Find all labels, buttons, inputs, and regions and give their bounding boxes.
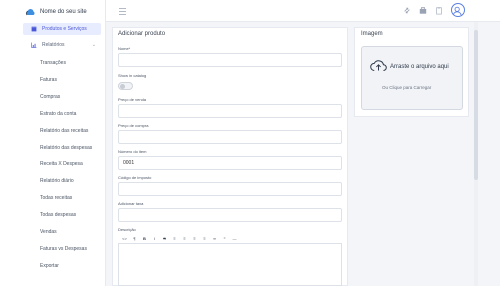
sidebar-item-label: Produtos e Serviços <box>42 26 87 32</box>
cloud-logo-icon <box>25 8 35 15</box>
dropzone-title: Arraste o arquivo aqui <box>390 64 449 70</box>
image-dropzone[interactable]: Arraste o arquivo aqui Ou Clique para Ca… <box>361 46 463 110</box>
show-catalog-label: Show in catalog <box>118 73 147 78</box>
taxa-label: Adicionar taxa <box>118 201 144 206</box>
outdent-button[interactable]: ≡ <box>191 236 198 241</box>
codigo-imposto-label: Código de imposto <box>118 175 152 180</box>
numbered-list-button[interactable]: ≡ <box>181 236 188 241</box>
arrows-icon[interactable] <box>403 6 411 15</box>
preco-venda-input[interactable] <box>118 104 342 118</box>
show-catalog-toggle[interactable] <box>118 82 133 90</box>
strikethrough-button[interactable]: S <box>161 236 168 241</box>
sidebar-subitem-estrato[interactable]: Estrato da conta <box>40 111 76 117</box>
horizontal-rule-button[interactable]: — <box>231 236 238 241</box>
site-name: Nome do seu site <box>40 8 87 15</box>
code-view-button[interactable]: <> <box>121 236 128 241</box>
editor-toolbar: <> ¶ B I S ≡ ≡ ≡ ≡ ∞ ⁼ — <box>118 234 342 244</box>
form-title: Adicionar produto <box>118 31 166 37</box>
sidebar-subitem-relatorio-despesas[interactable]: Relatório das despesas <box>40 145 92 151</box>
clipboard-icon[interactable] <box>435 6 443 15</box>
nome-input[interactable] <box>118 53 342 67</box>
bag-icon[interactable] <box>419 6 427 15</box>
dropzone-subtitle: Ou Clique para Carregar <box>382 85 432 90</box>
sidebar: Nome do seu site Produtos e Serviços Rel… <box>0 0 106 286</box>
scroll-thumb[interactable] <box>474 30 478 180</box>
sidebar-subitem-transacoes[interactable]: Transações <box>40 60 66 66</box>
indent-button[interactable]: ≡ <box>201 236 208 241</box>
sidebar-subitem-todas-despesas[interactable]: Todas despesas <box>40 212 76 218</box>
page-scrollbar[interactable] <box>474 22 478 286</box>
nome-label: Nome* <box>118 46 131 51</box>
brand[interactable]: Nome do seu site <box>25 6 87 17</box>
description-editor[interactable] <box>118 244 342 286</box>
sidebar-subitem-relatorio-receitas[interactable]: Relatório das receitas <box>40 128 88 134</box>
bold-button[interactable]: B <box>141 236 148 241</box>
chart-icon <box>31 42 37 48</box>
menu-icon[interactable] <box>119 6 126 15</box>
sidebar-subitem-todas-receitas[interactable]: Todas receitas <box>40 195 72 201</box>
topbar <box>106 0 500 22</box>
preco-compra-label: Preço de compra <box>118 123 149 128</box>
superscript-button[interactable]: ⁼ <box>221 236 228 241</box>
numero-item-label: Número do item <box>118 149 147 154</box>
preco-venda-label: Preço de venda <box>118 97 147 102</box>
sidebar-subitem-vendas[interactable]: Vendas <box>40 229 57 235</box>
sidebar-subitem-faturas-despesas[interactable]: Faturas vs Despesas <box>40 246 87 252</box>
toggle-knob <box>120 84 125 89</box>
chevron-down-icon[interactable]: ⌄ <box>92 42 96 48</box>
upload-icon <box>370 60 387 71</box>
descricao-label: Descrição <box>118 227 136 232</box>
sidebar-subitem-relatorio-diario[interactable]: Relatório diário <box>40 178 74 184</box>
paragraph-button[interactable]: ¶ <box>131 236 138 241</box>
sidebar-item-label: Relatórios <box>42 42 65 48</box>
sidebar-item-produtos[interactable]: Produtos e Serviços <box>23 23 101 35</box>
sidebar-subitem-compras[interactable]: Compras <box>40 94 60 100</box>
codigo-imposto-input[interactable] <box>118 182 342 196</box>
bullet-list-button[interactable]: ≡ <box>171 236 178 241</box>
preco-compra-input[interactable] <box>118 130 342 144</box>
italic-button[interactable]: I <box>151 236 158 241</box>
numero-item-input[interactable]: 0001 <box>118 156 342 170</box>
sidebar-subitem-faturas[interactable]: Faturas <box>40 77 57 83</box>
sidebar-subitem-receita-despesa[interactable]: Receita X Despesa <box>40 161 83 167</box>
sidebar-subitem-exportar[interactable]: Exportar <box>40 263 59 269</box>
user-avatar-icon[interactable] <box>451 3 465 17</box>
link-button[interactable]: ∞ <box>211 236 218 241</box>
sidebar-item-relatorios[interactable]: Relatórios ⌄ <box>23 39 101 51</box>
box-icon <box>31 26 37 32</box>
taxa-input[interactable] <box>118 208 342 222</box>
image-panel-title: Imagem <box>361 31 383 37</box>
